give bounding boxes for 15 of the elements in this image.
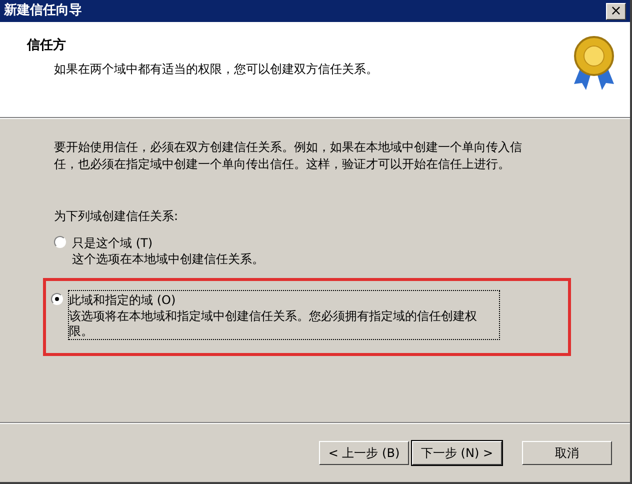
back-button[interactable]: < 上一步 (B) xyxy=(319,441,409,465)
radio-button[interactable] xyxy=(51,293,63,305)
radio-button[interactable] xyxy=(54,236,66,248)
option-label[interactable]: 只是这个域 (T) xyxy=(72,234,502,252)
intro-text: 要开始使用信任，必须在双方创建信任关系。例如，如果在本地域中创建一个单向传入信任，也必须在指定域中创建一个单向传出信任。这样，验证才可以开始在信任上进行。 xyxy=(54,139,523,173)
close-button[interactable]: × xyxy=(606,2,626,20)
window-title: 新建信任向导 xyxy=(4,2,82,20)
page-title: 信任方 xyxy=(27,36,67,55)
next-button[interactable]: 下一步 (N) > xyxy=(412,441,502,465)
page-subtitle: 如果在两个域中都有适当的权限，您可以创建双方信任关系。 xyxy=(53,60,378,78)
cancel-button[interactable]: 取消 xyxy=(522,441,612,465)
group-label: 为下列域创建信任关系: xyxy=(54,208,180,225)
option-label[interactable]: 此域和指定的域 (O) xyxy=(69,291,499,309)
option-description: 这个选项在本地域中创建信任关系。 xyxy=(72,252,265,267)
option-description: 该选项将在本地域和指定域中创建信任关系。您必须拥有指定域的信任创建权限。 xyxy=(69,309,478,339)
